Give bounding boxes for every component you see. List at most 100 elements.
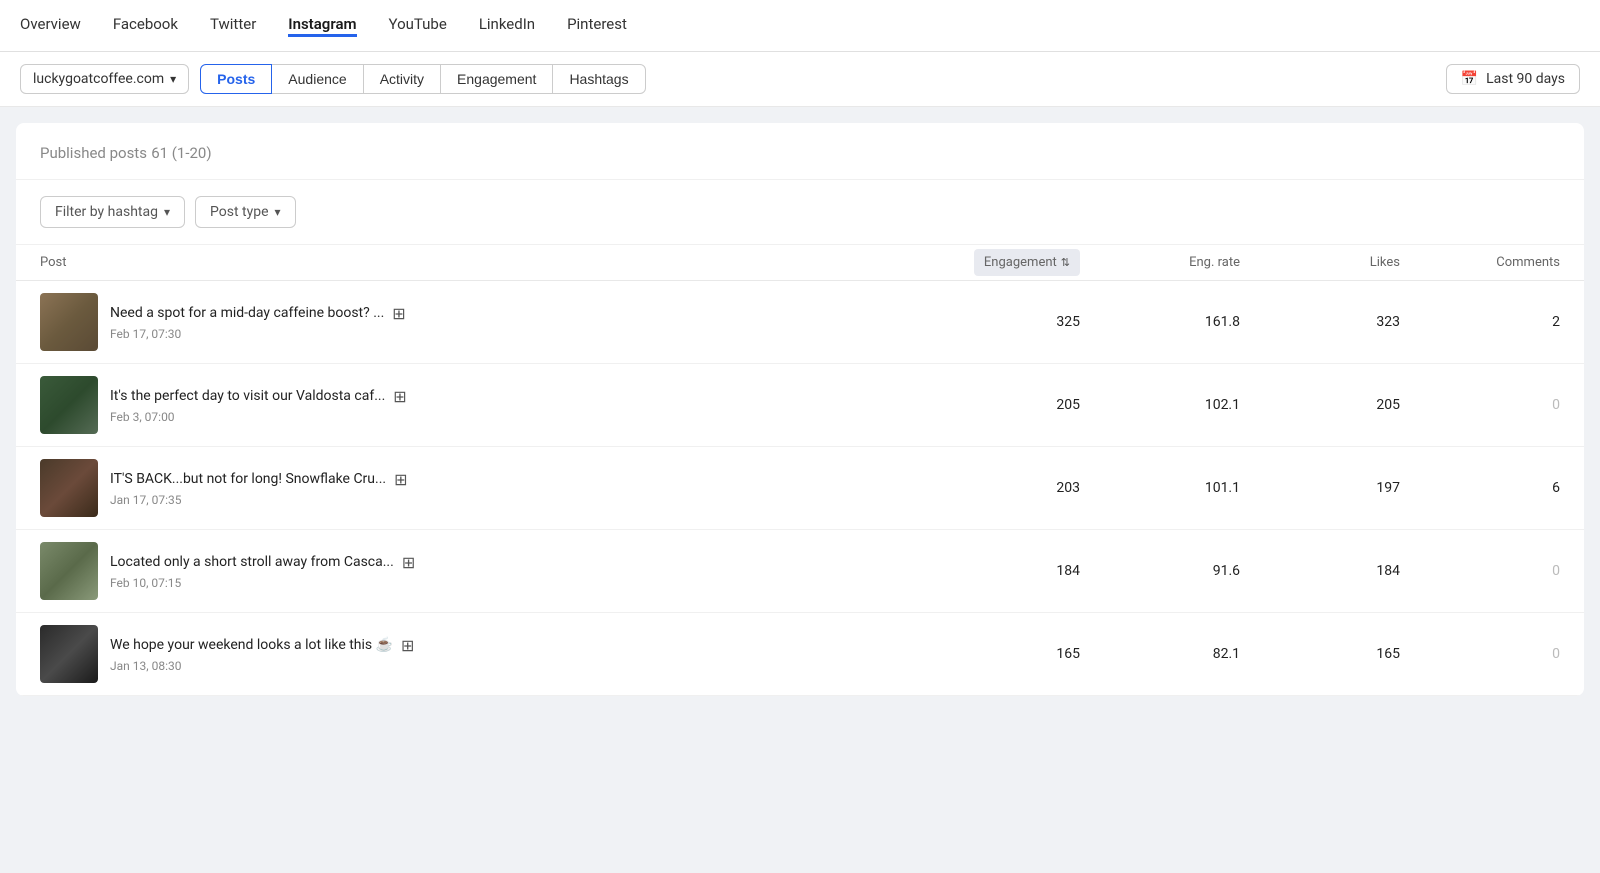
table-row[interactable]: Located only a short stroll away from Ca… [16,530,1584,613]
post-date: Feb 17, 07:30 [110,327,406,341]
table-row[interactable]: We hope your weekend looks a lot like th… [16,613,1584,696]
nav-item-pinterest[interactable]: Pinterest [567,15,627,37]
image-icon: ⊞ [392,304,405,323]
nav-item-instagram[interactable]: Instagram [288,15,356,37]
post-thumbnail [40,293,98,351]
engagement-col-label: Engagement [984,255,1057,270]
col-header-engagement[interactable]: Engagement ⇅ [920,255,1080,270]
table-body: Need a spot for a mid-day caffeine boost… [16,281,1584,696]
engagement-value: 165 [920,646,1080,662]
likes-value: 197 [1240,480,1400,496]
image-icon: ⊞ [402,553,415,572]
post-info: IT'S BACK...but not for long! Snowflake … [110,470,408,507]
likes-value: 323 [1240,314,1400,330]
engagement-value: 325 [920,314,1080,330]
post-info: Located only a short stroll away from Ca… [110,553,415,590]
post-thumbnail [40,625,98,683]
post-info: It's the perfect day to visit our Valdos… [110,387,407,424]
eng-rate-value: 101.1 [1080,480,1240,496]
post-date: Feb 3, 07:00 [110,410,407,424]
nav-item-youtube[interactable]: YouTube [389,15,447,37]
engagement-sort-icon: ⇅ [1061,256,1070,269]
likes-value: 165 [1240,646,1400,662]
account-name: luckygoatcoffee.com [33,71,164,87]
table-row[interactable]: It's the perfect day to visit our Valdos… [16,364,1584,447]
top-navigation: Overview Facebook Twitter Instagram YouTube L… [0,0,1600,52]
post-title: Need a spot for a mid-day caffeine boost… [110,305,384,321]
comments-value: 2 [1400,314,1560,330]
engagement-value: 203 [920,480,1080,496]
col-header-comments: Comments [1400,255,1560,270]
account-chevron-icon: ▾ [170,72,176,86]
post-date: Jan 13, 08:30 [110,659,414,673]
post-thumbnail [40,376,98,434]
post-title: We hope your weekend looks a lot like th… [110,637,393,653]
tab-hashtags[interactable]: Hashtags [552,64,645,94]
post-type-filter-button[interactable]: Post type ▾ [195,196,296,228]
post-cell: We hope your weekend looks a lot like th… [40,625,920,683]
post-text-row: Need a spot for a mid-day caffeine boost… [110,304,406,323]
table-row[interactable]: Need a spot for a mid-day caffeine boost… [16,281,1584,364]
table-header: Post Engagement ⇅ Eng. rate Likes Commen… [16,245,1584,281]
nav-item-twitter[interactable]: Twitter [210,15,256,37]
comments-value: 6 [1400,480,1560,496]
hashtag-chevron-icon: ▾ [164,205,170,219]
likes-value: 184 [1240,563,1400,579]
post-title: Located only a short stroll away from Ca… [110,554,394,570]
eng-rate-value: 161.8 [1080,314,1240,330]
post-text-row: IT'S BACK...but not for long! Snowflake … [110,470,408,489]
calendar-icon: 📅 [1461,71,1478,87]
comments-value: 0 [1400,563,1560,579]
nav-item-linkedin[interactable]: LinkedIn [479,15,535,37]
filter-row: Filter by hashtag ▾ Post type ▾ [16,180,1584,245]
post-cell: Located only a short stroll away from Ca… [40,542,920,600]
post-cell: It's the perfect day to visit our Valdos… [40,376,920,434]
tab-audience[interactable]: Audience [271,64,363,94]
main-content: Published posts 61 (1-20) Filter by hash… [0,123,1600,696]
post-info: We hope your weekend looks a lot like th… [110,636,414,673]
eng-rate-value: 91.6 [1080,563,1240,579]
image-icon: ⊞ [393,387,406,406]
nav-item-facebook[interactable]: Facebook [113,15,178,37]
card-title: Published posts 61 (1-20) [40,143,1560,163]
post-text-row: Located only a short stroll away from Ca… [110,553,415,572]
date-range-label: Last 90 days [1486,71,1565,87]
engagement-value: 205 [920,397,1080,413]
post-text-row: It's the perfect day to visit our Valdos… [110,387,407,406]
date-range-button[interactable]: 📅 Last 90 days [1446,64,1580,94]
toolbar: luckygoatcoffee.com ▾ PostsAudienceActiv… [0,52,1600,107]
card-header: Published posts 61 (1-20) [16,123,1584,180]
likes-value: 205 [1240,397,1400,413]
post-title: It's the perfect day to visit our Valdos… [110,388,385,404]
post-thumbnail [40,542,98,600]
post-count: 61 (1-20) [151,144,211,162]
hashtag-filter-label: Filter by hashtag [55,204,158,220]
col-header-likes: Likes [1240,255,1400,270]
post-title: IT'S BACK...but not for long! Snowflake … [110,471,386,487]
table-row[interactable]: IT'S BACK...but not for long! Snowflake … [16,447,1584,530]
toolbar-left: luckygoatcoffee.com ▾ PostsAudienceActiv… [20,64,646,94]
post-thumbnail [40,459,98,517]
post-text-row: We hope your weekend looks a lot like th… [110,636,414,655]
hashtag-filter-button[interactable]: Filter by hashtag ▾ [40,196,185,228]
post-cell: IT'S BACK...but not for long! Snowflake … [40,459,920,517]
comments-value: 0 [1400,646,1560,662]
tab-engagement[interactable]: Engagement [440,64,553,94]
post-date: Feb 10, 07:15 [110,576,415,590]
comments-value: 0 [1400,397,1560,413]
eng-rate-value: 82.1 [1080,646,1240,662]
post-date: Jan 17, 07:35 [110,493,408,507]
posts-table: Post Engagement ⇅ Eng. rate Likes Commen… [16,245,1584,696]
post-type-label: Post type [210,204,269,220]
tab-posts[interactable]: Posts [200,64,272,94]
post-type-chevron-icon: ▾ [275,205,281,219]
nav-item-overview[interactable]: Overview [20,15,81,37]
tab-activity[interactable]: Activity [363,64,441,94]
engagement-value: 184 [920,563,1080,579]
posts-card: Published posts 61 (1-20) Filter by hash… [16,123,1584,696]
eng-rate-value: 102.1 [1080,397,1240,413]
post-cell: Need a spot for a mid-day caffeine boost… [40,293,920,351]
account-selector[interactable]: luckygoatcoffee.com ▾ [20,64,189,94]
image-icon: ⊞ [394,470,407,489]
col-header-post: Post [40,255,920,270]
